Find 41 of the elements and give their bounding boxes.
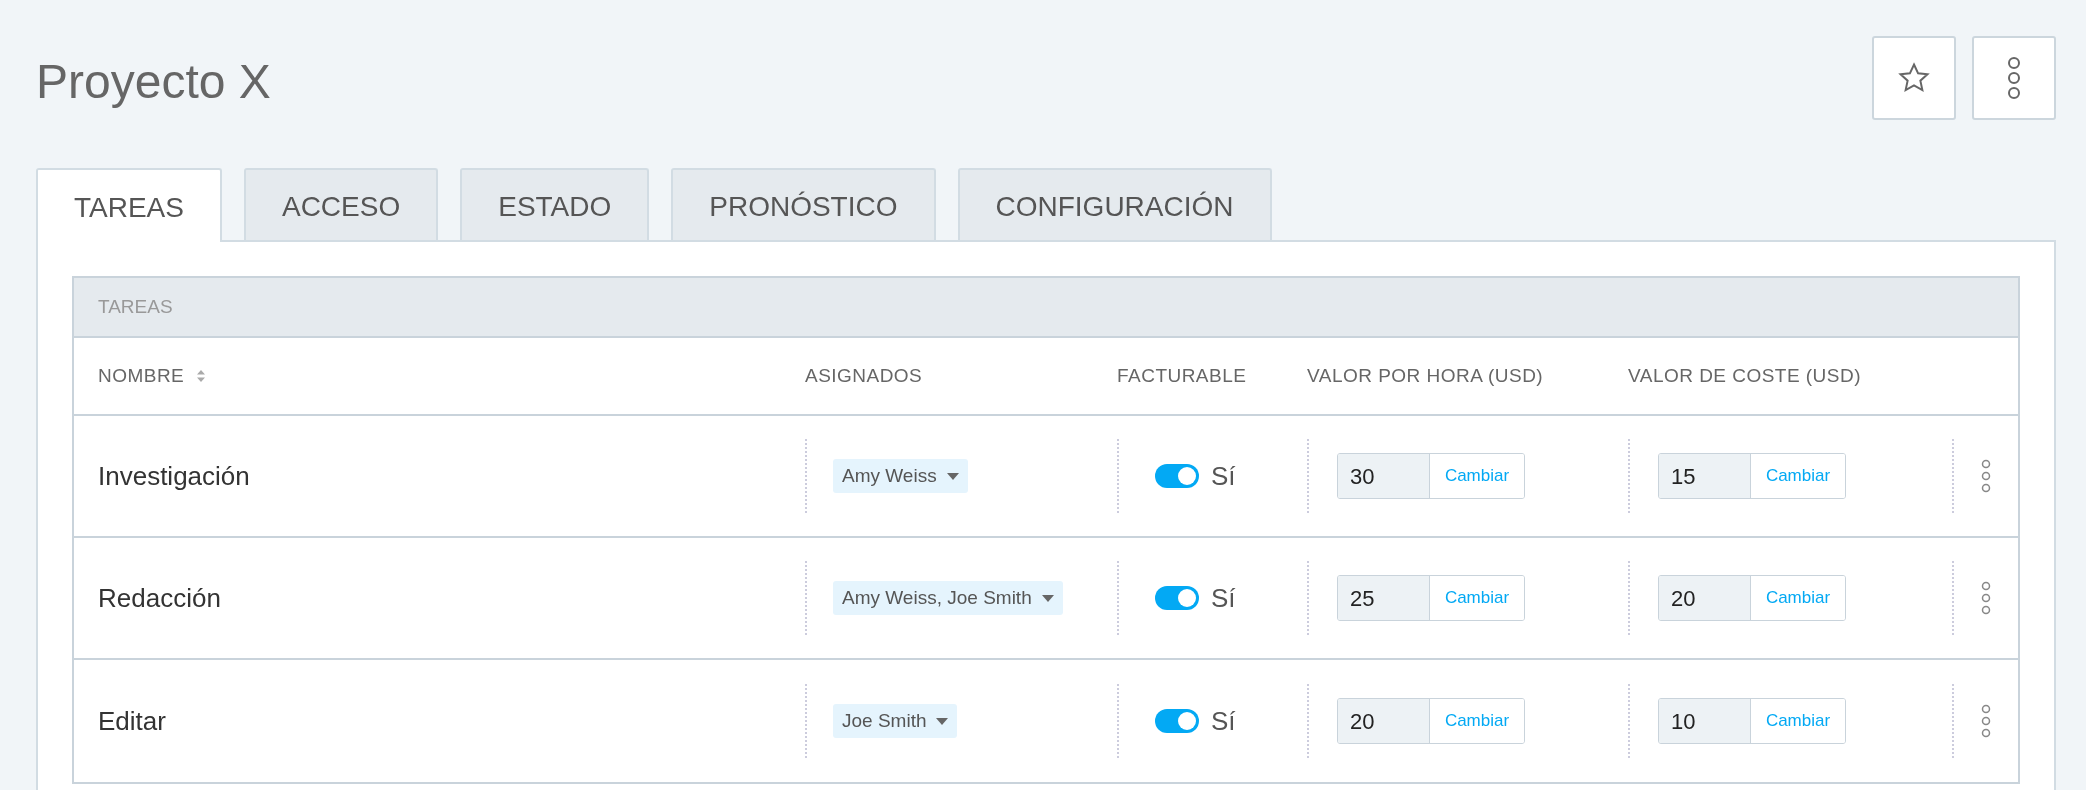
column-header: VALOR DE COSTE (USD): [1628, 363, 1861, 388]
rate-input[interactable]: 20: [1338, 699, 1430, 743]
sort-icon[interactable]: [196, 369, 207, 383]
column-header: FACTURABLE: [1117, 363, 1247, 388]
rate-input[interactable]: 30: [1338, 454, 1430, 498]
favorite-button[interactable]: [1872, 36, 1956, 120]
more-icon[interactable]: [1981, 581, 1991, 615]
billable-label: Sí: [1211, 459, 1236, 493]
billable-toggle[interactable]: [1155, 464, 1199, 488]
billable-label: Sí: [1211, 704, 1236, 738]
star-icon: [1897, 61, 1931, 95]
assignee-dropdown[interactable]: Joe Smith: [833, 704, 958, 738]
tab[interactable]: ACCESO: [243, 168, 439, 240]
more-icon[interactable]: [1981, 704, 1991, 738]
section-title: TAREAS: [98, 294, 173, 319]
rate-input[interactable]: 20: [1659, 576, 1751, 620]
more-button[interactable]: [1972, 36, 2056, 120]
tab[interactable]: PRONÓSTICO: [671, 168, 936, 240]
tab[interactable]: CONFIGURACIÓN: [957, 168, 1272, 240]
task-name: Editar: [98, 705, 166, 736]
tab[interactable]: ESTADO: [460, 168, 650, 240]
page-title: Proyecto X: [36, 58, 271, 106]
billable-toggle[interactable]: [1155, 709, 1199, 733]
caret-icon: [946, 472, 959, 480]
rate-input[interactable]: 15: [1659, 454, 1751, 498]
task-name: Redacción: [98, 582, 221, 613]
task-name: Investigación: [98, 460, 250, 491]
column-header: VALOR POR HORA (USD): [1307, 363, 1544, 388]
column-header[interactable]: NOMBRE: [98, 361, 185, 391]
billable-label: Sí: [1211, 581, 1236, 615]
tab[interactable]: TAREAS: [36, 168, 222, 242]
caret-icon: [936, 717, 949, 725]
caret-icon: [1041, 594, 1054, 602]
assignee-dropdown[interactable]: Amy Weiss, Joe Smith: [833, 581, 1063, 615]
billable-toggle[interactable]: [1155, 586, 1199, 610]
more-icon: [2007, 56, 2021, 100]
rate-input[interactable]: 10: [1659, 699, 1751, 743]
column-header: ASIGNADOS: [805, 363, 923, 388]
more-icon[interactable]: [1981, 459, 1991, 493]
rate-input[interactable]: 25: [1338, 576, 1430, 620]
assignee-dropdown[interactable]: Amy Weiss: [833, 459, 968, 493]
